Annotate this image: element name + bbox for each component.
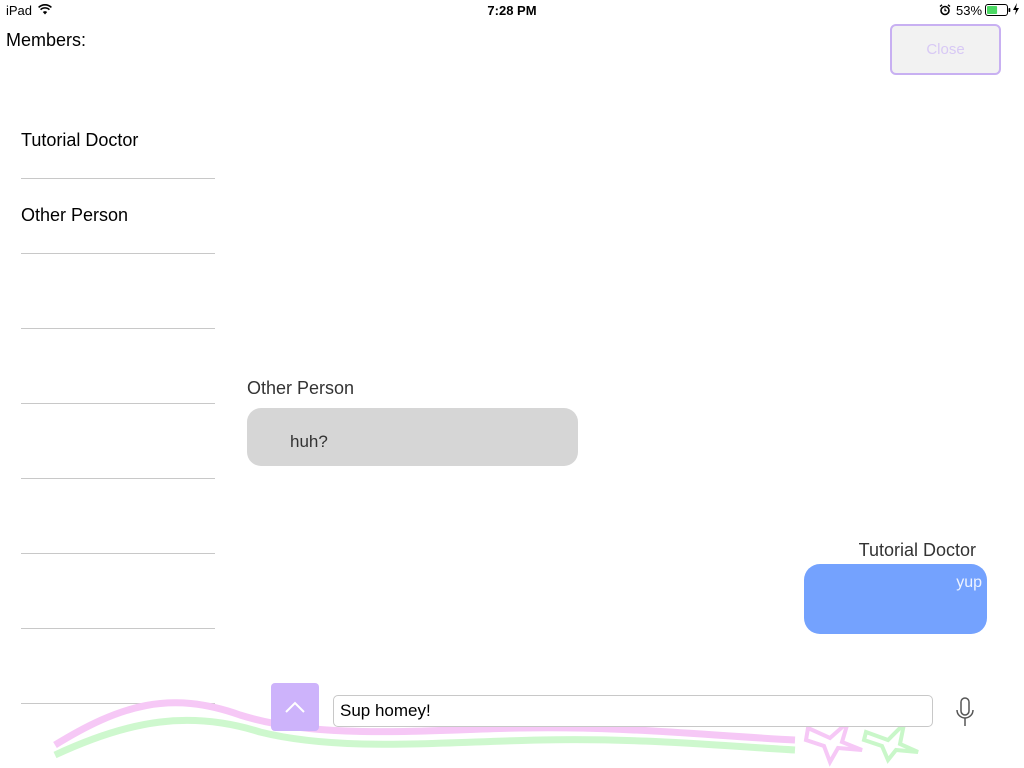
battery-percent: 53% bbox=[956, 3, 983, 18]
chevron-up-icon bbox=[285, 701, 305, 713]
member-row[interactable]: Tutorial Doctor bbox=[21, 104, 215, 179]
alarm-icon bbox=[939, 4, 951, 16]
close-button[interactable]: Close bbox=[890, 24, 1001, 75]
message-sender: Tutorial Doctor bbox=[858, 540, 976, 560]
message-text: huh? bbox=[290, 432, 328, 451]
chat-screen: iPad 7:28 PM 53% Members: Tutorial Docto… bbox=[0, 0, 1024, 768]
member-row[interactable] bbox=[21, 404, 215, 479]
status-time: 7:28 PM bbox=[487, 3, 537, 18]
microphone-icon[interactable] bbox=[953, 697, 977, 729]
battery-icon bbox=[985, 4, 1011, 16]
message-text: yup bbox=[956, 574, 982, 591]
member-name: Other Person bbox=[21, 205, 129, 225]
charging-icon bbox=[1013, 3, 1019, 15]
member-name: Tutorial Doctor bbox=[21, 130, 139, 150]
members-title: Members: bbox=[6, 30, 87, 50]
member-row[interactable]: Other Person bbox=[21, 179, 215, 254]
member-row[interactable] bbox=[21, 479, 215, 554]
outgoing-message-bubble: yup bbox=[804, 564, 987, 634]
member-row[interactable] bbox=[21, 554, 215, 629]
incoming-message-bubble: huh? bbox=[247, 408, 578, 466]
member-list: Tutorial Doctor Other Person bbox=[21, 104, 215, 704]
message-input[interactable] bbox=[333, 695, 933, 727]
member-row[interactable] bbox=[21, 329, 215, 404]
message-sender: Other Person bbox=[247, 378, 355, 398]
status-bar: iPad 7:28 PM 53% bbox=[0, 0, 1024, 20]
member-row[interactable] bbox=[21, 254, 215, 329]
expand-button[interactable] bbox=[271, 683, 319, 731]
